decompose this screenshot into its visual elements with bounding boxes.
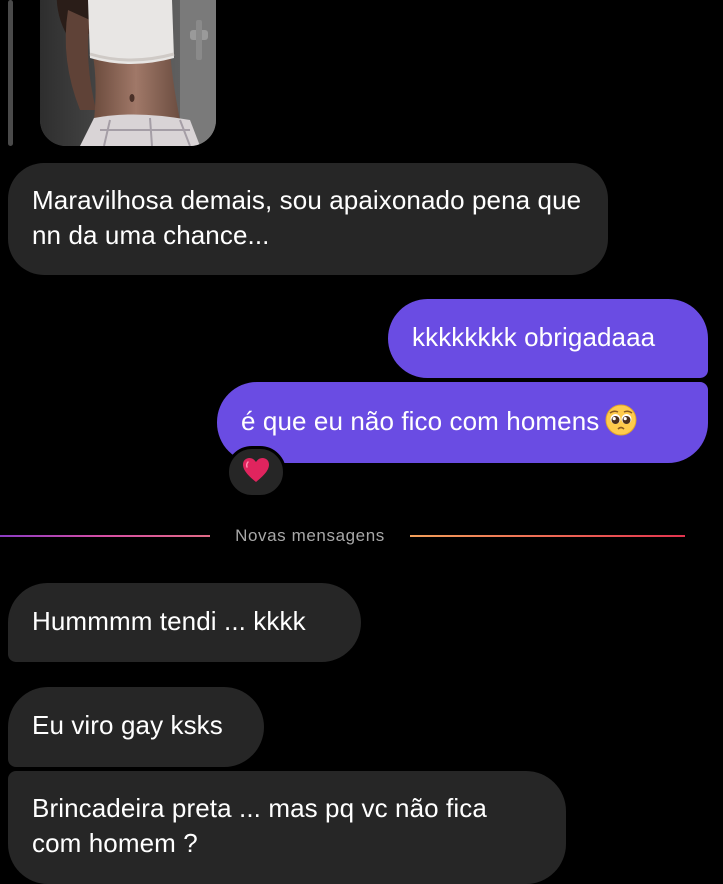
pleading-face-icon [605,404,637,436]
new-messages-divider-right [410,535,685,537]
message-text: Eu viro gay ksks [32,710,223,740]
message-text: Brincadeira preta ... mas pq vc não fica… [32,793,487,858]
message-text: kkkkkkkk obrigadaaa [412,322,656,352]
message-incoming[interactable]: Maravilhosa demais, sou apaixonado pena … [8,163,608,275]
reply-thread-line [8,0,13,146]
message-text: Hummmm tendi ... kkkk [32,606,306,636]
shared-photo[interactable] [40,0,216,146]
heart-icon [242,457,270,488]
message-text: é que eu não fico com homens [241,406,600,436]
message-incoming[interactable]: Hummmm tendi ... kkkk [8,583,361,662]
reaction-badge[interactable] [226,446,286,498]
message-incoming[interactable]: Eu viro gay ksks [8,687,264,767]
message-outgoing[interactable]: kkkkkkkk obrigadaaa [388,299,708,378]
new-messages-divider-left [0,535,210,537]
new-messages-label: Novas mensagens [235,526,385,545]
message-text: Maravilhosa demais, sou apaixonado pena … [32,185,582,250]
message-outgoing[interactable]: é que eu não fico com homens [217,382,708,463]
message-incoming[interactable]: Brincadeira preta ... mas pq vc não fica… [8,771,566,884]
